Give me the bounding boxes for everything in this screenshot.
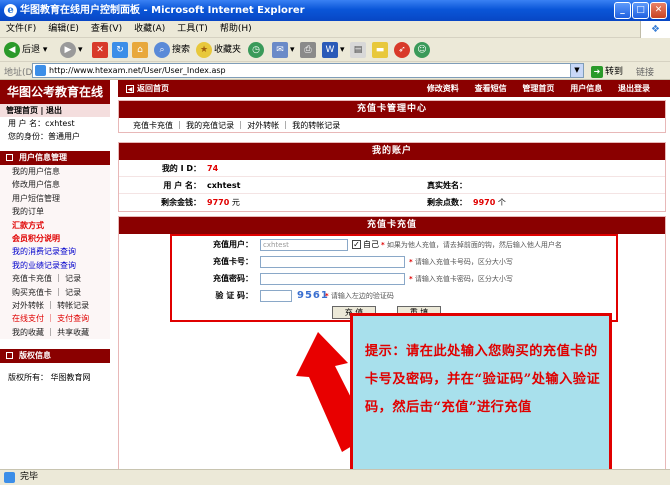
menu-favorites[interactable]: 收藏(A) — [128, 21, 171, 38]
messenger-button[interactable]: ➶ — [394, 41, 412, 59]
ie-logo-icon: e — [4, 4, 17, 17]
menu-tools[interactable]: 工具(T) — [171, 21, 214, 38]
home-button[interactable]: ⌂ — [132, 41, 150, 59]
address-bar: 地址(D) http://www.htexam.net/User/User_In… — [0, 62, 670, 80]
print-icon: ⎙ — [300, 41, 316, 58]
go-arrow-icon: ➜ — [591, 66, 603, 78]
menu-file[interactable]: 文件(F) — [0, 21, 42, 38]
links-button[interactable]: 链接 — [636, 65, 654, 78]
search-icon: ⌕ — [154, 41, 170, 58]
word-icon: W — [322, 41, 338, 58]
status-text: 完毕 — [20, 472, 39, 482]
discuss-icon: ▤ — [350, 41, 366, 58]
address-input[interactable]: http://www.htexam.net/User/User_Index.as… — [32, 63, 584, 78]
history-icon: ◷ — [248, 41, 264, 58]
address-url: http://www.htexam.net/User/User_Index.as… — [49, 66, 226, 75]
menu-view[interactable]: 查看(V) — [85, 21, 128, 38]
edit-button[interactable]: W ▾ — [322, 41, 345, 59]
toolbar: ◀ 后退 ▾ ▶ ▾ ✕ ↻ ⌂ ⌕ 搜索 ★ 收藏夹 ◷ ✉ ▾ ⎙ W ▾ ▤ ▬ ➶ … — [0, 38, 670, 62]
forward-button[interactable]: ▶ ▾ — [60, 41, 83, 59]
status-bar: 完毕 — [0, 469, 670, 485]
favorites-button[interactable]: ★ 收藏夹 — [196, 41, 241, 59]
back-arrow-icon: ◀ — [4, 41, 20, 58]
annotation-callout: 提示：请在此处输入您购买的充值卡的卡号及密码，并在“验证码”处输入验证码，然后击… — [350, 313, 612, 469]
back-button[interactable]: ◀ 后退 ▾ — [4, 41, 47, 59]
windows-logo-icon: ❖ — [640, 21, 670, 38]
maximize-button[interactable]: □ — [632, 2, 649, 19]
bird-icon: ➶ — [394, 41, 410, 58]
menu-edit[interactable]: 编辑(E) — [42, 21, 85, 38]
minimize-button[interactable]: _ — [614, 2, 631, 19]
refresh-icon: ↻ — [112, 41, 128, 58]
go-button[interactable]: ➜ 转到 — [591, 64, 623, 78]
discuss-button[interactable]: ▤ — [350, 41, 368, 59]
menu-help[interactable]: 帮助(H) — [214, 21, 258, 38]
folder-icon: ▬ — [372, 41, 388, 58]
close-button[interactable]: ✕ — [650, 2, 667, 19]
page-icon — [35, 65, 46, 76]
stop-icon: ✕ — [92, 41, 108, 58]
page-status-icon — [4, 472, 15, 483]
home-icon: ⌂ — [132, 41, 148, 58]
window-title: 华图教育在线用户控制面板 - Microsoft Internet Explor… — [20, 5, 305, 16]
history-button[interactable]: ◷ — [248, 41, 266, 59]
annotation-text: 提示：请在此处输入您购买的充值卡的卡号及密码，并在“验证码”处输入验证码，然后击… — [365, 344, 601, 415]
folder-button[interactable]: ▬ — [372, 41, 390, 59]
mail-button[interactable]: ✉ ▾ — [272, 41, 295, 59]
refresh-button[interactable]: ↻ — [112, 41, 130, 59]
print-button[interactable]: ⎙ — [300, 41, 318, 59]
people-button[interactable]: ☺ — [414, 41, 432, 59]
search-button[interactable]: ⌕ 搜索 — [154, 41, 190, 59]
mail-icon: ✉ — [272, 41, 288, 58]
forward-arrow-icon: ▶ — [60, 41, 76, 58]
address-dropdown-icon[interactable]: ▼ — [570, 64, 583, 77]
window-titlebar: e 华图教育在线用户控制面板 - Microsoft Internet Expl… — [0, 0, 670, 21]
page-content: 华图公考教育在线 管理首页 | 退出 用 户 名：cxhtest 您的身份：普通… — [0, 80, 670, 469]
stop-button[interactable]: ✕ — [92, 41, 110, 59]
star-icon: ★ — [196, 41, 212, 58]
people-icon: ☺ — [414, 41, 430, 58]
menu-bar: 文件(F) 编辑(E) 查看(V) 收藏(A) 工具(T) 帮助(H) ❖ — [0, 21, 670, 38]
